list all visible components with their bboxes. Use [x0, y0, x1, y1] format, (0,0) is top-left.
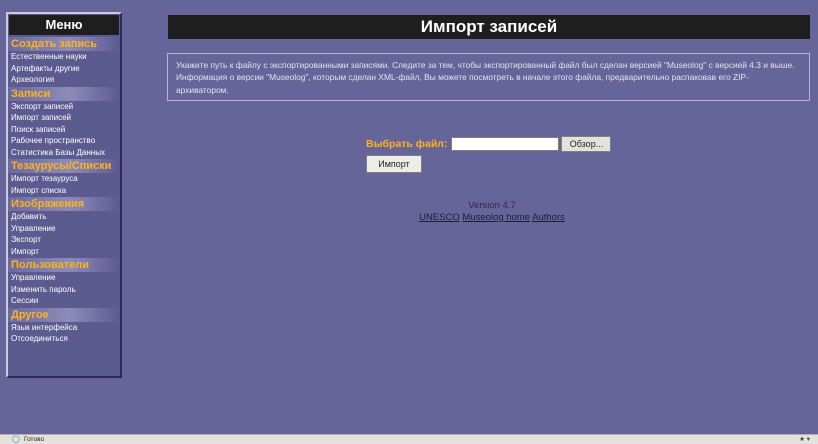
- page-icon: ◯: [12, 436, 20, 443]
- section-users: Пользователи: [8, 258, 120, 272]
- menu-item-logout[interactable]: Отсоединиться: [8, 333, 120, 345]
- zoom-icon[interactable]: ★ ▾: [799, 435, 810, 444]
- menu-item-natural-sciences[interactable]: Естественные науки: [8, 51, 120, 63]
- menu-item-db-statistics[interactable]: Статистика Базы Данных: [8, 147, 120, 159]
- page-title: Импорт записей: [168, 15, 810, 39]
- menu-item-import-thesaurus[interactable]: Импорт тезауруса: [8, 173, 120, 185]
- menu-item-sessions[interactable]: Сессии: [8, 295, 120, 307]
- menu-item-manage-users[interactable]: Управление: [8, 272, 120, 284]
- menu-item-export-images[interactable]: Экспорт: [8, 234, 120, 246]
- sidebar-menu: Меню Создать запись Естественные науки А…: [6, 12, 122, 378]
- browse-button[interactable]: Обзор...: [561, 136, 612, 152]
- version-text: Version 4.7: [468, 200, 516, 211]
- menu-item-other-artifacts[interactable]: Артефакты другие: [8, 63, 120, 75]
- menu-title: Меню: [9, 15, 119, 35]
- file-select-row: Выбрать файл: Обзор...: [366, 136, 612, 152]
- menu-item-export-records[interactable]: Экспорт записей: [8, 101, 120, 113]
- status-bar: ◯ Готово ★ ▾: [0, 434, 818, 444]
- authors-link[interactable]: Authors: [532, 212, 565, 223]
- menu-item-import-images[interactable]: Импорт: [8, 246, 120, 258]
- menu-item-interface-language[interactable]: Язык интерфейса: [8, 322, 120, 334]
- file-select-label: Выбрать файл:: [366, 138, 448, 150]
- section-other: Другое: [8, 307, 120, 322]
- status-text: Готово: [24, 436, 45, 443]
- instructions-box: Укажите путь к файлу с экспортированными…: [167, 53, 810, 101]
- section-records: Записи: [8, 86, 120, 101]
- menu-item-archaeology[interactable]: Археология: [8, 74, 120, 86]
- menu-item-change-password[interactable]: Изменить пароль: [8, 284, 120, 296]
- footer-links: UNESCO Museolog home Authors: [0, 212, 818, 223]
- section-create-record: Создать запись: [8, 37, 120, 51]
- menu-item-import-list[interactable]: Импорт списка: [8, 185, 120, 197]
- file-path-input[interactable]: [451, 137, 560, 151]
- menu-item-search-records[interactable]: Поиск записей: [8, 124, 120, 136]
- unesco-link[interactable]: UNESCO: [419, 212, 460, 223]
- menu-item-manage-images[interactable]: Управление: [8, 223, 120, 235]
- menu-item-import-records[interactable]: Импорт записей: [8, 112, 120, 124]
- museolog-home-link[interactable]: Museolog home: [462, 212, 530, 223]
- menu-item-workspace[interactable]: Рабочее пространство: [8, 135, 120, 147]
- import-button[interactable]: Импорт: [366, 155, 422, 173]
- section-thesauri-lists: Тезаурусы/Списки: [8, 159, 120, 173]
